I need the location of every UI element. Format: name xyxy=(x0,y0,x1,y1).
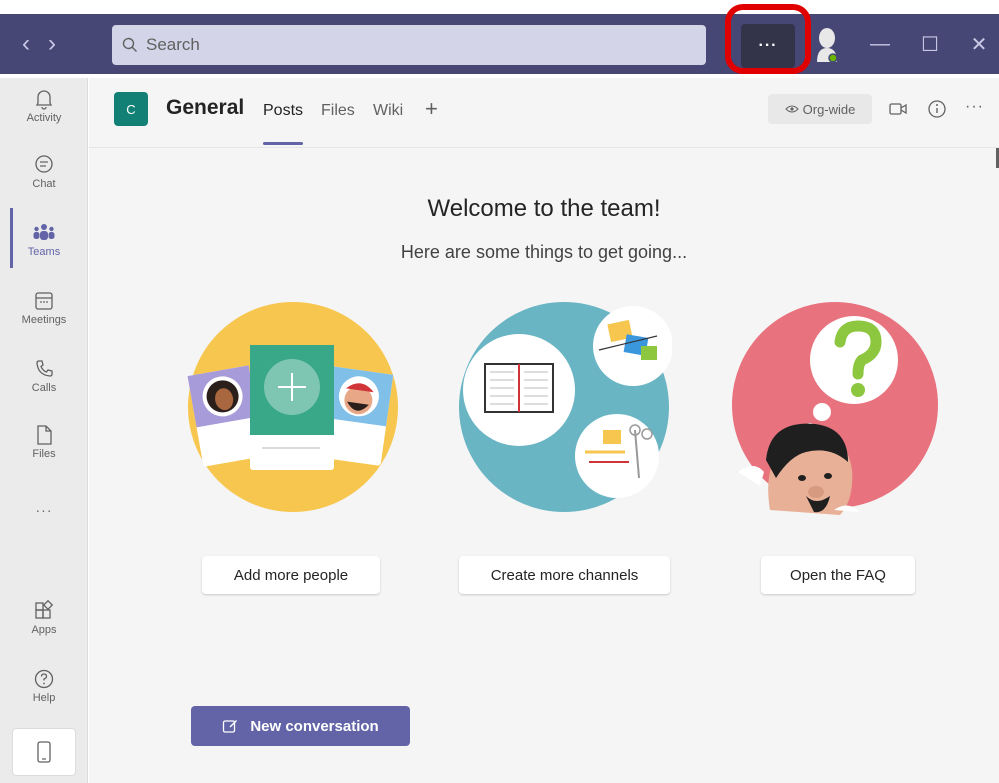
add-more-people-button[interactable]: Add more people xyxy=(202,556,380,594)
faq-illustration xyxy=(732,302,938,515)
help-icon xyxy=(34,669,54,689)
history-nav: ‹ › xyxy=(22,14,56,74)
rail-item-label: Calls xyxy=(31,382,57,394)
rail-item-label: Help xyxy=(32,692,56,704)
info-icon[interactable] xyxy=(927,99,947,119)
rail-item-more[interactable]: ··· xyxy=(0,500,88,518)
rail-item-calls[interactable]: Calls xyxy=(0,358,88,394)
teams-icon xyxy=(33,224,55,240)
search-icon xyxy=(122,37,137,52)
tab-posts[interactable]: Posts xyxy=(263,102,303,120)
open-faq-button[interactable]: Open the FAQ xyxy=(761,556,915,594)
rail-item-label: Apps xyxy=(31,624,57,636)
rail-item-label: Meetings xyxy=(21,314,67,326)
eye-icon xyxy=(784,105,799,113)
tab-files[interactable]: Files xyxy=(321,102,355,120)
search-placeholder: Search xyxy=(146,35,200,54)
rail-item-apps[interactable]: Apps xyxy=(0,600,88,636)
chat-icon xyxy=(35,155,53,173)
minimize-button[interactable]: — xyxy=(858,14,902,74)
avatar[interactable] xyxy=(815,26,839,62)
channel-name: General xyxy=(166,96,245,119)
org-wide-label: Org-wide xyxy=(802,101,856,117)
close-button[interactable]: ✕ xyxy=(957,14,999,74)
rail-item-help[interactable]: Help xyxy=(0,668,88,704)
mobile-icon xyxy=(37,741,51,763)
active-tab-indicator xyxy=(263,142,303,145)
search-input[interactable]: Search xyxy=(112,25,706,65)
mobile-app-button[interactable] xyxy=(12,728,76,776)
welcome-title: Welcome to the team! xyxy=(427,195,661,222)
rail-item-activity[interactable]: Activity xyxy=(0,88,88,124)
apps-icon xyxy=(35,600,54,619)
bell-icon xyxy=(35,90,53,110)
add-people-illustration xyxy=(187,302,398,512)
phone-icon xyxy=(36,360,53,377)
video-call-icon[interactable] xyxy=(889,102,907,116)
rail-item-chat[interactable]: Chat xyxy=(0,154,88,190)
new-conversation-label: New conversation xyxy=(250,717,379,735)
create-channels-illustration xyxy=(459,302,672,512)
chevron-right-icon[interactable]: › xyxy=(48,32,56,56)
title-bar: ‹ › Search ··· — ☐ ✕ xyxy=(0,0,999,78)
rail-item-meetings[interactable]: Meetings xyxy=(0,290,88,326)
more-options-icon[interactable]: ··· xyxy=(965,98,984,116)
rail-item-label: Activity xyxy=(26,112,62,124)
add-tab-button[interactable]: + xyxy=(425,96,438,122)
more-icon: ··· xyxy=(35,502,53,518)
create-more-channels-button[interactable]: Create more channels xyxy=(459,556,670,594)
settings-more-button[interactable]: ··· xyxy=(741,24,795,68)
tab-wiki[interactable]: Wiki xyxy=(373,102,403,120)
rail-item-label: Chat xyxy=(32,178,56,190)
rail-item-files[interactable]: Files xyxy=(0,424,88,460)
rail-item-label: Files xyxy=(32,448,56,460)
file-icon xyxy=(37,425,52,445)
new-conversation-button[interactable]: New conversation xyxy=(191,706,410,746)
chevron-left-icon[interactable]: ‹ xyxy=(22,32,30,56)
maximize-button[interactable]: ☐ xyxy=(908,14,952,74)
compose-icon xyxy=(223,720,238,733)
calendar-icon xyxy=(35,292,53,310)
org-wide-badge[interactable]: Org-wide xyxy=(768,94,872,124)
channel-header: C General Posts Files Wiki + Org-wide ··… xyxy=(89,78,999,148)
welcome-subtitle: Here are some things to get going... xyxy=(400,242,688,262)
team-avatar[interactable]: C xyxy=(114,92,148,126)
